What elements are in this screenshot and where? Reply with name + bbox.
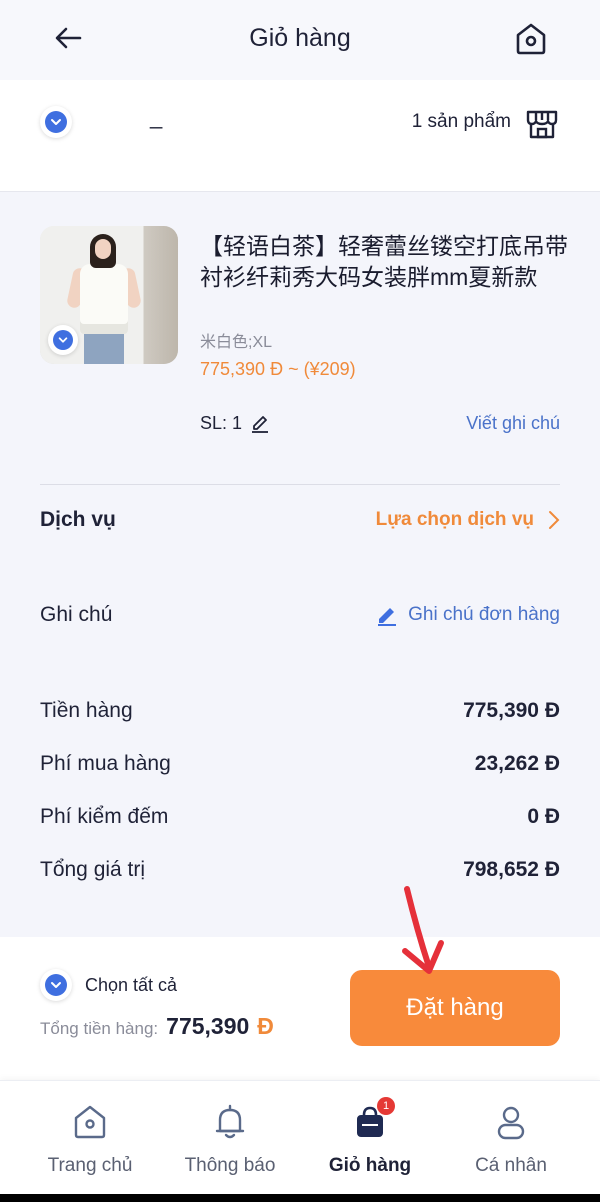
order-note-text: Ghi chú đơn hàng (408, 604, 560, 625)
order-note-row: Ghi chú Ghi chú đơn hàng (40, 603, 560, 627)
summary-label: Tổng giá trị (40, 858, 146, 881)
page-title: Giỏ hàng (249, 24, 351, 52)
tab-notifications[interactable]: Thông báo (155, 1081, 305, 1195)
select-service-text: Lựa chọn dịch vụ (375, 509, 534, 530)
home-icon[interactable] (512, 20, 550, 58)
service-row: Dịch vụ Lựa chọn dịch vụ (40, 508, 560, 532)
item-checkbox[interactable] (48, 325, 78, 355)
store-icon[interactable] (525, 106, 559, 140)
summary-row-total: Tổng giá trị 798,652 Đ (40, 858, 560, 882)
note-label: Ghi chú (40, 603, 113, 626)
bottom-tab-bar: Trang chủ Thông báo Giỏ hàng Cá nhân (0, 1080, 600, 1194)
tab-profile[interactable]: Cá nhân (436, 1081, 586, 1195)
summary-label: Phí mua hàng (40, 752, 171, 775)
check-icon (45, 111, 67, 133)
place-order-button[interactable]: Đặt hàng (350, 970, 560, 1046)
summary-label: Tiền hàng (40, 699, 133, 722)
cart-badge: 1 (377, 1097, 395, 1115)
checkout-bar: Chọn tất cả Tổng tiền hàng: 775,390 Đ Đặ… (0, 937, 600, 1080)
system-bar (0, 1194, 600, 1202)
select-service-link[interactable]: Lựa chọn dịch vụ (376, 509, 560, 531)
pencil-icon (378, 608, 397, 626)
tab-label: Trang chủ (47, 1155, 133, 1176)
shop-checkbox[interactable] (40, 106, 72, 138)
write-note-link[interactable]: Viết ghi chú (466, 413, 560, 434)
summary-value: 775,390 Đ (463, 699, 560, 722)
check-icon (45, 974, 67, 996)
service-label: Dịch vụ (40, 508, 116, 531)
tab-cart[interactable]: Giỏ hàng (295, 1081, 445, 1195)
chevron-right-icon (549, 511, 560, 529)
home-icon (74, 1105, 106, 1139)
tab-label: Giỏ hàng (328, 1155, 412, 1176)
annotation-arrow-icon (402, 886, 444, 974)
summary-value: 798,652 Đ (463, 858, 560, 881)
select-all-checkbox[interactable] (40, 969, 72, 1001)
total-currency: Đ (257, 1013, 274, 1039)
order-note-link[interactable]: Ghi chú đơn hàng (376, 604, 560, 626)
total-value: 775,390 (166, 1013, 250, 1039)
check-icon (53, 330, 73, 350)
summary-row-goods: Tiền hàng 775,390 Đ (40, 699, 560, 723)
summary-value: 23,262 Đ (474, 752, 560, 775)
quantity-control[interactable]: SL: 1 (200, 413, 270, 434)
tab-home[interactable]: Trang chủ (15, 1081, 165, 1195)
tab-label: Thông báo (184, 1155, 276, 1176)
total-label: Tổng tiền hàng: (40, 1019, 159, 1038)
tab-label: Cá nhân (475, 1155, 547, 1176)
app-header: Giỏ hàng (0, 0, 600, 80)
person-icon (497, 1106, 525, 1140)
summary-row-check-fee: Phí kiểm đếm 0 Đ (40, 805, 560, 829)
product-image[interactable] (40, 226, 178, 364)
cart-total: Tổng tiền hàng: 775,390 Đ (40, 1013, 274, 1040)
select-all-label[interactable]: Chọn tất cả (85, 975, 177, 996)
edit-pencil-icon[interactable] (250, 414, 270, 434)
summary-row-purchase-fee: Phí mua hàng 23,262 Đ (40, 752, 560, 776)
shop-name: _ (150, 104, 163, 129)
summary-value: 0 Đ (527, 805, 560, 828)
cart-item: 【轻语白茶】轻奢蕾丝镂空打底吊带衬衫纤莉秀大码女装胖mm夏新款 米白色;XL 7… (0, 193, 600, 485)
product-title[interactable]: 【轻语白茶】轻奢蕾丝镂空打底吊带衬衫纤莉秀大码女装胖mm夏新款 (200, 231, 570, 293)
divider (40, 484, 560, 485)
quantity-label: SL: 1 (200, 413, 243, 433)
product-variant: 米白色;XL (200, 334, 273, 351)
summary-label: Phí kiểm đếm (40, 805, 169, 828)
bell-icon (215, 1104, 245, 1139)
shop-row: _ 1 sản phẩm (0, 80, 600, 192)
product-count: 1 sản phẩm (411, 111, 511, 132)
product-price: 775,390 Đ ~ (¥209) (200, 359, 356, 379)
